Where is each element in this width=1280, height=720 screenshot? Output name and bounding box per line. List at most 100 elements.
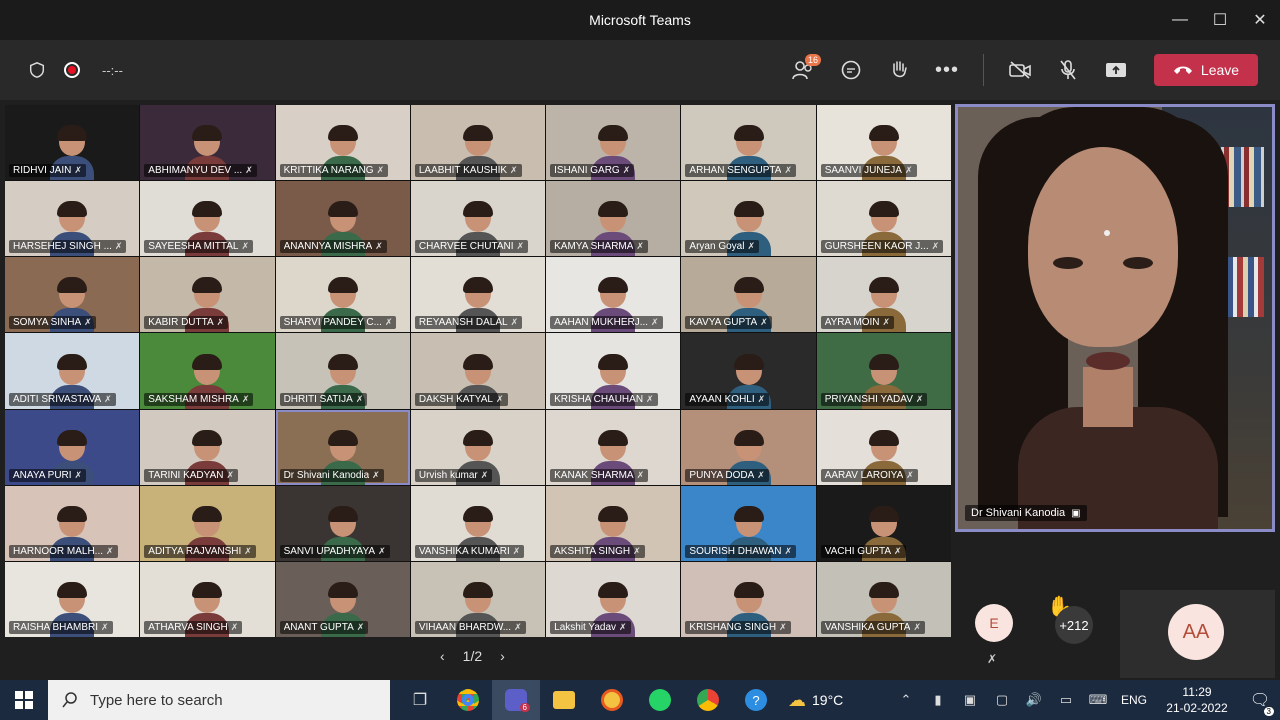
meet-now-icon[interactable]: ▣ [954, 692, 986, 708]
mic-toggle-button[interactable] [1044, 46, 1092, 94]
participant-tile[interactable]: HARSEHEJ SINGH ... ✗ [5, 181, 140, 257]
usb-icon[interactable]: ▮ [922, 692, 954, 708]
chevron-up-icon[interactable]: ⌃ [890, 692, 922, 708]
participant-tile[interactable]: KABIR DUTTA ✗ [140, 257, 275, 333]
next-page-icon[interactable]: › [500, 648, 505, 664]
participant-tile[interactable]: ANANT GUPTA ✗ [275, 561, 410, 637]
weather-widget[interactable]: ☁ 19°C [788, 690, 843, 711]
volume-icon[interactable]: 🔊 [1018, 692, 1050, 708]
participants-button[interactable]: 16 [779, 46, 827, 94]
participant-tile[interactable]: ANAYA PURI ✗ [5, 409, 140, 485]
participant-tile[interactable]: CHARVEE CHUTANI ✗ [410, 181, 546, 257]
prev-page-icon[interactable]: ‹ [440, 648, 445, 664]
participant-name: VANSHIKA GUPTA [824, 622, 911, 633]
participant-tile[interactable]: DHRITI SATIJA ✗ [275, 333, 410, 409]
display-icon[interactable]: ▢ [986, 692, 1018, 708]
mic-off-icon: ✗ [514, 622, 522, 632]
participant-tile[interactable]: ISHANI GARG ✗ [546, 105, 681, 181]
more-actions-button[interactable]: ••• [923, 46, 971, 94]
camera-toggle-button[interactable] [996, 46, 1044, 94]
participant-avatar[interactable]: E [975, 604, 1013, 642]
participant-name-tag: Urvish kumar ✗ [414, 468, 493, 482]
participant-tile[interactable]: PRIYANSHI YADAV ✗ [816, 333, 951, 409]
participant-tile[interactable]: RAISHA BHAMBRI ✗ [5, 561, 140, 637]
battery-icon[interactable]: ▭ [1050, 692, 1082, 708]
participant-tile[interactable]: SOMYA SINHA ✗ [5, 257, 140, 333]
participant-tile[interactable]: AAHAN MUKHERJ... ✗ [546, 257, 681, 333]
taskbar-search[interactable]: Type here to search [48, 680, 390, 720]
participant-tile[interactable]: SAANVI JUNEJA ✗ [816, 105, 951, 181]
start-button[interactable] [0, 680, 48, 720]
shield-icon[interactable] [28, 61, 46, 79]
participant-tile[interactable]: AARAV LAROIYA ✗ [816, 409, 951, 485]
chat-button[interactable] [827, 46, 875, 94]
participant-tile[interactable]: VANSHIKA KUMARI ✗ [410, 485, 546, 561]
close-icon[interactable]: ✕ [1240, 0, 1280, 40]
participant-tile[interactable]: ADITYA RAJVANSHI ✗ [140, 485, 275, 561]
participant-tile[interactable]: KRITTIKA NARANG ✗ [275, 105, 410, 181]
participant-tile[interactable]: SHARVI PANDEY C... ✗ [275, 257, 410, 333]
mic-off-icon: ✗ [114, 241, 123, 252]
participant-tile[interactable]: Lakshit Yadav ✗ [546, 561, 681, 637]
whatsapp-icon[interactable] [636, 680, 684, 720]
participant-tile[interactable]: ARHAN SENGUPTA ✗ [681, 105, 816, 181]
participant-tile[interactable]: Aryan Goyal ✗ [681, 181, 816, 257]
participant-name-tag: ANANNYA MISHRA ✗ [279, 240, 387, 254]
teams-icon[interactable]: 6 [492, 680, 540, 720]
participant-tile[interactable]: AKSHITA SINGH ✗ [546, 485, 681, 561]
participant-name-tag: Dr Shivani Kanodia ✗ [279, 468, 384, 482]
spotlight-video[interactable]: Dr Shivani Kanodia ▣ [955, 104, 1275, 532]
recording-icon[interactable] [64, 62, 80, 78]
more-participants-button[interactable]: +212 [1055, 606, 1093, 644]
participant-tile[interactable]: REYAANSH DALAL ✗ [410, 257, 546, 333]
maximize-icon[interactable]: ☐ [1200, 0, 1240, 40]
reactions-button[interactable] [875, 46, 923, 94]
task-view-icon[interactable]: ❐ [396, 680, 444, 720]
chrome-profile-icon[interactable] [684, 680, 732, 720]
participant-tile[interactable]: AYAAN KOHLI ✗ [681, 333, 816, 409]
participant-tile[interactable]: SAKSHAM MISHRA ✗ [140, 333, 275, 409]
participant-tile[interactable]: KRISHANG SINGH ✗ [681, 561, 816, 637]
participant-tile[interactable]: GURSHEEN KAOR J... ✗ [816, 181, 951, 257]
participant-tile[interactable]: ANANNYA MISHRA ✗ [275, 181, 410, 257]
participant-tile[interactable]: KANAK SHARMA ✗ [546, 409, 681, 485]
share-screen-button[interactable] [1092, 46, 1140, 94]
participant-tile[interactable]: AYRA MOIN ✗ [816, 257, 951, 333]
participant-tile[interactable]: DAKSH KATYAL ✗ [410, 333, 546, 409]
participant-name: SANVI UPADHYAYA [283, 545, 376, 557]
participant-tile[interactable]: SAYEESHA MITTAL ✗ [140, 181, 275, 257]
keyboard-icon[interactable]: ⌨ [1082, 692, 1114, 708]
participant-tile[interactable]: KAMYA SHARMA ✗ [546, 181, 681, 257]
participant-tile[interactable]: VACHI GUPTA ✗ [816, 485, 951, 561]
language-indicator[interactable]: ENG [1114, 693, 1154, 707]
participant-tile[interactable]: KRISHA CHAUHAN ✗ [546, 333, 681, 409]
participant-tile[interactable]: ADITI SRIVASTAVA ✗ [5, 333, 140, 409]
participant-tile[interactable]: HARNOOR MALH... ✗ [5, 485, 140, 561]
mic-off-icon: ✗ [915, 393, 924, 404]
participant-tile[interactable]: RIDHVI JAIN ✗ [5, 105, 140, 181]
help-icon[interactable]: ? [732, 680, 780, 720]
participant-tile[interactable]: KAVYA GUPTA ✗ [681, 257, 816, 333]
file-explorer-icon[interactable] [540, 680, 588, 720]
leave-button[interactable]: Leave [1154, 54, 1258, 86]
notifications-button[interactable]: 🗨 3 [1240, 690, 1280, 716]
participant-name: DAKSH KATYAL [418, 393, 493, 405]
participant-tile[interactable]: LAABHIT KAUSHIK ✗ [410, 105, 546, 181]
self-view[interactable]: AA [1120, 590, 1275, 678]
brave-icon[interactable] [588, 680, 636, 720]
participant-tile[interactable]: VANSHIKA GUPTA ✗ [816, 561, 951, 637]
participant-tile[interactable]: ABHIMANYU DEV ... ✗ [140, 105, 275, 181]
participant-tile[interactable]: ATHARVA SINGH ✗ [140, 561, 275, 637]
chrome-icon[interactable] [444, 680, 492, 720]
participant-name: ARHAN SENGUPTA [689, 165, 782, 177]
participant-tile[interactable]: PUNYA DODA ✗ [681, 409, 816, 485]
participant-tile[interactable]: SANVI UPADHYAYA ✗ [275, 485, 410, 561]
participant-tile[interactable]: SOURISH DHAWAN ✗ [681, 485, 816, 561]
minimize-icon[interactable]: — [1160, 0, 1200, 40]
mic-off-icon: ✗ [516, 241, 525, 252]
participant-tile[interactable]: Dr Shivani Kanodia ✗ [275, 409, 410, 485]
participant-tile[interactable]: VIHAAN BHARDW... ✗ [410, 561, 546, 637]
participant-tile[interactable]: Urvish kumar ✗ [410, 409, 546, 485]
clock[interactable]: 11:29 21-02-2022 [1154, 684, 1240, 716]
participant-tile[interactable]: TARINI KADYAN ✗ [140, 409, 275, 485]
